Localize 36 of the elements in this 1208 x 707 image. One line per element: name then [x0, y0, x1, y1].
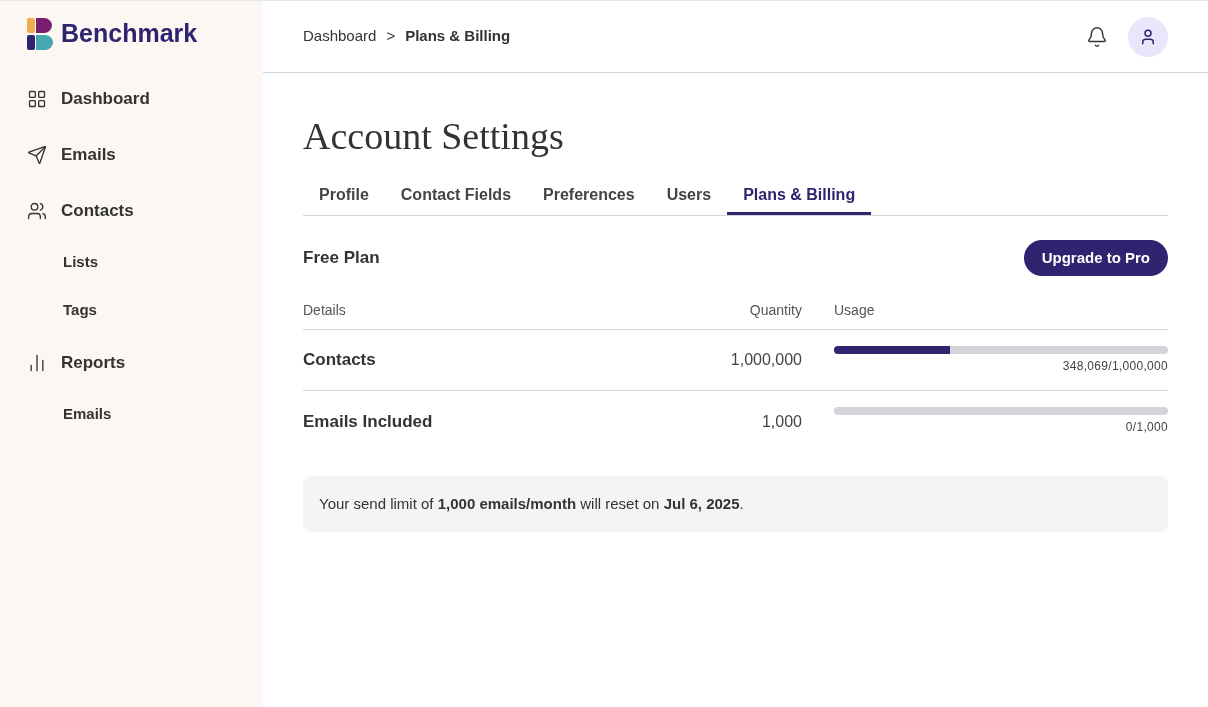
brand-name: Benchmark	[61, 18, 198, 49]
sidebar-subitem[interactable]: Tags	[27, 286, 97, 335]
send-limit-notice: Your send limit of 1,000 emails/month will reset on Jul 6, 2025.	[303, 476, 1168, 532]
sidebar-item[interactable]: Reports	[27, 334, 263, 391]
column-header: Quantity	[748, 301, 802, 320]
table-cell-text: 1,000	[760, 411, 802, 432]
usage-reading: 0/1,000	[1125, 419, 1168, 436]
nav-icon	[27, 200, 47, 221]
sidebar-item[interactable]: Contacts	[27, 182, 263, 239]
usage-reading: 348,069/1,000,000	[1062, 357, 1168, 375]
breadcrumb-link[interactable]: Dashboard	[303, 25, 377, 48]
tab[interactable]: Contact Fields	[384, 183, 528, 215]
notification-icon[interactable]	[1086, 25, 1108, 48]
sidebar-subitem[interactable]: Lists	[27, 238, 98, 287]
upgrade-button[interactable]: Upgrade to Pro	[1023, 240, 1168, 276]
tab[interactable]: Preferences	[527, 183, 651, 215]
table-cell-text: 1,000,000	[729, 350, 802, 370]
user-icon	[1139, 27, 1157, 46]
sidebar-subitem[interactable]: Emails	[27, 390, 112, 439]
breadcrumb-separator: >	[386, 26, 396, 47]
column-header: Details	[303, 301, 347, 320]
table-cell-text: Emails Included	[303, 410, 434, 433]
nav-icon	[27, 144, 47, 165]
breadcrumb-link[interactable]: Plans & Billing	[405, 25, 511, 48]
logo-icon	[27, 17, 53, 50]
nav-icon	[27, 88, 47, 109]
column-header: Usage	[834, 301, 876, 320]
table-cell-text: Contacts	[303, 349, 377, 372]
tab[interactable]: Users	[650, 183, 728, 215]
tab[interactable]: Profile	[303, 183, 385, 215]
sidebar-item[interactable]: Dashboard	[27, 70, 263, 127]
avatar-button[interactable]	[1128, 16, 1168, 57]
page-title: Account Settings	[303, 117, 565, 155]
sidebar-item[interactable]: Emails	[27, 126, 263, 183]
tab[interactable]: Plans & Billing	[727, 183, 872, 215]
plan-name: Free Plan	[303, 247, 380, 270]
